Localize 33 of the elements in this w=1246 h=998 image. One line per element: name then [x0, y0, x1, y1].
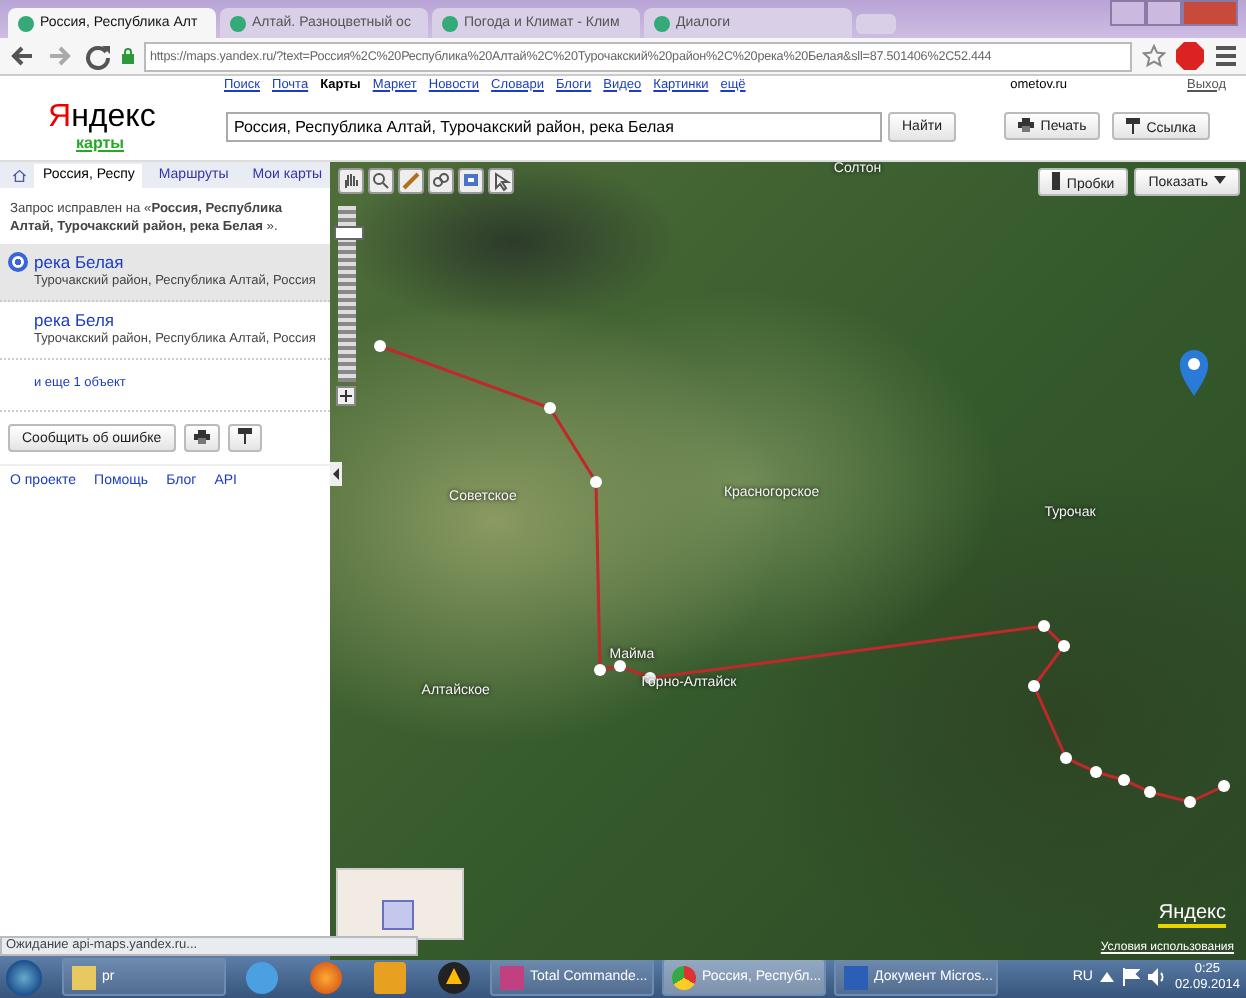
- flag-icon[interactable]: [1122, 968, 1141, 986]
- lock-icon: [122, 48, 134, 64]
- reload-icon[interactable]: [84, 42, 112, 70]
- pin-icon: [1126, 117, 1141, 133]
- star-icon[interactable]: [1142, 44, 1166, 68]
- collapse-sidebar-button[interactable]: [330, 462, 342, 486]
- printer-icon: [193, 429, 210, 443]
- yandex-logo[interactable]: Яндекс: [48, 100, 156, 134]
- printer-icon: [1018, 118, 1035, 132]
- player-icon[interactable]: [438, 961, 470, 993]
- search-field[interactable]: Россия, Республика Алтай, Турочакский район, река Белая: [226, 111, 882, 141]
- zoom-in-button[interactable]: [336, 386, 356, 406]
- home-icon[interactable]: [12, 165, 27, 185]
- pin-icon: [237, 428, 252, 444]
- zoom-slider-handle[interactable]: [334, 226, 364, 241]
- speaker-icon[interactable]: [1148, 968, 1167, 986]
- start-button[interactable]: [6, 959, 42, 995]
- cursor-icon[interactable]: [488, 168, 514, 194]
- yandex-map-logo: Яндекс: [1158, 902, 1226, 928]
- traffic-light-icon: [1052, 172, 1061, 190]
- tray-expand-icon[interactable]: [1100, 972, 1115, 982]
- minimap[interactable]: [336, 868, 464, 940]
- window-controls-icon[interactable]: [1110, 0, 1238, 26]
- caret-icon: [1214, 175, 1226, 183]
- layers-icon[interactable]: [458, 168, 484, 194]
- print-button[interactable]: [183, 424, 220, 452]
- magnifier-icon[interactable]: [368, 168, 394, 194]
- menu-icon[interactable]: [1214, 44, 1238, 68]
- link-icon[interactable]: [428, 168, 454, 194]
- location-pin-icon[interactable]: [1180, 350, 1208, 396]
- pin-button[interactable]: [227, 424, 262, 452]
- ruler-icon[interactable]: [398, 168, 424, 194]
- back-icon[interactable]: [8, 42, 36, 70]
